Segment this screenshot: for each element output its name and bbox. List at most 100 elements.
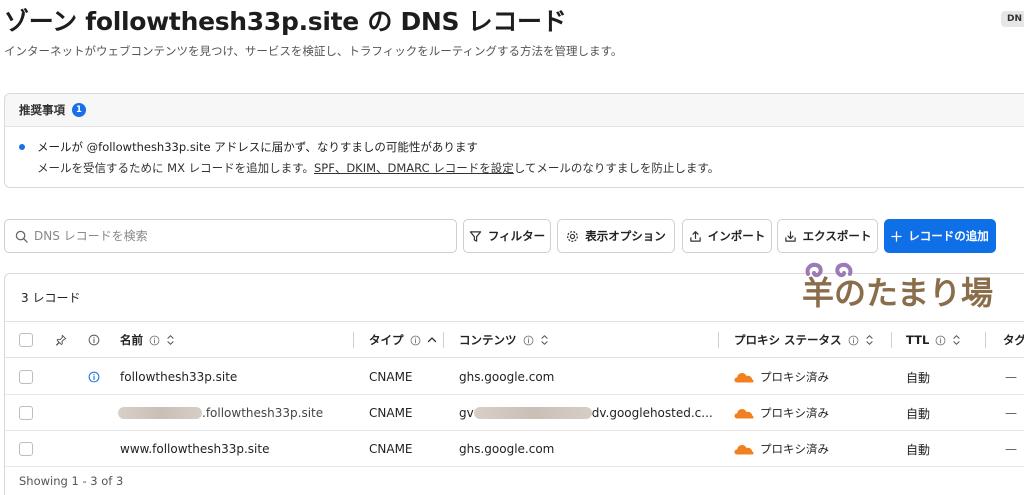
download-icon [784,230,796,242]
add-record-button[interactable]: レコードの追加 [884,219,996,253]
row-select-cell [19,359,33,395]
recommendations-header[interactable]: 推奨事項 1 [5,94,1024,127]
record-type: CNAME [369,442,413,456]
row-checkbox[interactable] [19,406,33,420]
table-row[interactable]: www.followthesh33p.site CNAME ghs.google… [5,431,1024,467]
info-icon [88,334,100,346]
proxy-status: プロキシ済み [734,395,829,431]
row-select-cell [19,395,33,431]
sort-icon[interactable] [865,334,874,346]
cloud-icon [734,444,754,454]
proxy-status-label: プロキシ済み [760,442,829,456]
page-subtitle: インターネットがウェブコンテンツを見つけ、サービスを検証し、トラフィックをルーテ… [4,44,623,58]
cloud-icon [734,372,754,382]
type-column-header[interactable]: タイプ [369,322,437,358]
recommendations-count-badge: 1 [72,103,86,117]
info-icon[interactable] [88,371,100,383]
info-icon [848,335,858,345]
plus-icon [891,230,902,242]
pin-column-header[interactable] [55,322,67,358]
proxy-status-label: プロキシ済み [760,370,829,384]
filter-icon [469,230,482,242]
import-label: インポート [707,229,766,243]
column-divider[interactable] [443,332,444,348]
page-title: ゾーン followthesh33p.site の DNS レコード [4,7,567,36]
column-divider[interactable] [891,332,892,348]
sort-icon[interactable] [166,334,175,346]
sort-icon[interactable] [540,334,549,346]
type-column-label: タイプ [369,333,404,347]
select-all-cell [19,322,33,358]
filter-button[interactable]: フィルター [463,219,551,253]
record-ttl: 自動 [906,442,931,457]
column-divider[interactable] [353,332,354,348]
sort-ascending-icon[interactable] [427,335,437,345]
record-ttl: 自動 [906,370,931,385]
recommendation-detail-suffix: してメールのなりすましを防止します。 [513,161,720,175]
export-label: エクスポート [802,229,872,243]
content-column-header[interactable]: コンテンツ [459,322,549,358]
record-tags: — [1005,406,1017,420]
info-column-header [88,322,100,358]
record-name-cell: .followthesh33p.site [118,395,323,431]
gear-icon [567,230,579,242]
proxy-status: プロキシ済み [734,431,829,467]
proxy-status-column-label: プロキシ ステータス [734,333,842,347]
record-name: www.followthesh33p.site [120,442,270,456]
record-tags: — [1005,442,1017,456]
watermark-logo: 羊のたまり場 [801,262,994,313]
table-header-row: 名前 タイプ コンテンツ プロキシ ステータス TTL タグ [5,322,1024,358]
record-tags: — [1005,370,1017,384]
pin-icon [55,334,67,346]
name-column-label: 名前 [120,333,143,347]
recommendations-panel: 推奨事項 1 メールが @followthesh33p.site アドレスに届か… [4,93,1024,188]
proxy-status: プロキシ済み [734,359,829,395]
proxy-status-label: プロキシ済み [760,406,829,420]
pagination-summary: Showing 1 - 3 of 3 [19,474,124,488]
search-input[interactable] [34,229,434,243]
recommendations-body: メールが @followthesh33p.site アドレスに届かず、なりすまし… [5,127,1024,176]
record-content: dv.googlehosted.c... [591,406,713,420]
record-type: CNAME [369,370,413,384]
recommendation-message: メールが @followthesh33p.site アドレスに届かず、なりすまし… [37,140,478,154]
export-button[interactable]: エクスポート [777,219,878,253]
column-divider[interactable] [985,332,986,348]
add-record-label: レコードの追加 [908,229,989,243]
table-row[interactable]: .followthesh33p.site CNAME gv dv.googleh… [5,395,1024,431]
name-column-header[interactable]: 名前 [120,322,175,358]
upload-icon [690,230,701,242]
record-content-cell: gv dv.googlehosted.c... [459,395,713,431]
recommendations-title: 推奨事項 [19,103,65,117]
record-type: CNAME [369,406,413,420]
record-content: ghs.google.com [459,370,555,384]
proxy-status-column-header[interactable]: プロキシ ステータス [734,322,874,358]
row-checkbox[interactable] [19,370,33,384]
search-box[interactable] [4,219,457,253]
info-icon [935,335,946,345]
row-checkbox[interactable] [19,442,33,456]
row-select-cell [19,431,33,467]
row-info-cell [88,359,100,395]
recommendation-item: メールが @followthesh33p.site アドレスに届かず、なりすまし… [19,139,1024,155]
sort-icon[interactable] [952,334,961,346]
import-button[interactable]: インポート [682,219,772,253]
display-options-button[interactable]: 表示オプション [557,219,675,253]
email-records-link[interactable]: SPF、DKIM、DMARC レコードを設定 [314,161,514,175]
table-row[interactable]: followthesh33p.site CNAME ghs.google.com… [5,359,1024,395]
recommendation-detail: メールを受信するために MX レコードを追加します。SPF、DKIM、DMARC… [19,160,1024,176]
ttl-column-header[interactable]: TTL [906,322,961,358]
content-column-label: コンテンツ [459,333,517,347]
display-options-label: 表示オプション [585,229,666,243]
info-icon [410,335,420,345]
column-divider[interactable] [718,332,719,348]
ttl-column-label: TTL [906,333,930,347]
select-all-checkbox[interactable] [19,333,33,347]
redacted-blur [473,407,592,419]
corner-badge[interactable]: DN [1000,11,1024,27]
tags-column-header[interactable]: タグ [1003,322,1024,358]
watermark-text: 羊のたまり場 [802,274,993,312]
record-content: ghs.google.com [459,442,555,456]
redacted-blur [118,407,202,419]
recommendation-detail-prefix: メールを受信するために MX レコードを追加します。 [37,161,314,175]
cloud-icon [734,408,754,418]
